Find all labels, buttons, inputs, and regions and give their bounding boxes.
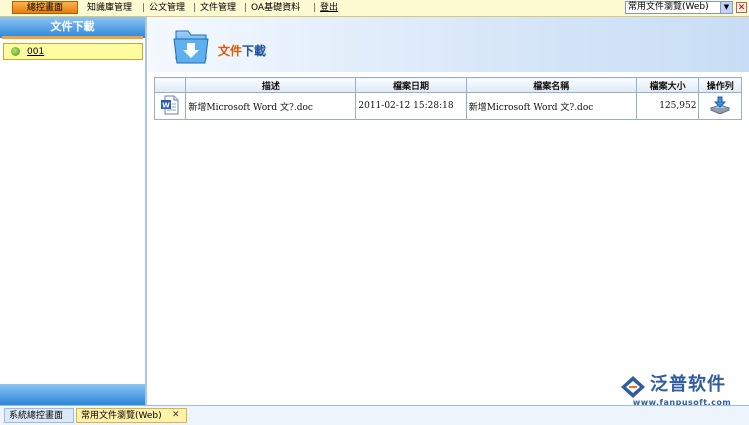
cell-filename: 新增Microsoft Word 文?.doc	[465, 92, 637, 120]
nav-separator: |	[313, 3, 317, 13]
file-table: 描述 檔案日期 檔案名稱 檔案大小 操作列 W 新增Microsoft Word…	[153, 77, 742, 120]
sidebar-item-label[interactable]: 001	[27, 46, 44, 58]
chevron-down-icon[interactable]: ▼	[720, 2, 732, 13]
logout-link[interactable]: 登出	[320, 2, 338, 14]
brand-logo: 泛普软件 www.fanpusoft.com	[618, 372, 746, 408]
page-banner: 文件下載	[148, 17, 749, 72]
sidebar-header-accent	[2, 36, 143, 39]
column-header-date[interactable]: 檔案日期	[355, 77, 467, 93]
table-row: W 新增Microsoft Word 文?.doc 2011-02-12 15:…	[153, 92, 742, 120]
tab-system-home[interactable]: 系統總控畫面	[4, 408, 74, 423]
nav-item-knowledge[interactable]: 知識庫管理	[87, 2, 132, 14]
main-content: 文件下載 描述 檔案日期 檔案名稱 檔案大小 操作列 W 新增Microsoft…	[148, 17, 749, 408]
page-select-value: 常用文件瀏覽(Web)	[628, 2, 709, 12]
nav-separator: |	[193, 3, 197, 13]
tab-file-browse-label: 常用文件瀏覽(Web)	[81, 411, 162, 421]
nav-separator: |	[142, 3, 146, 13]
download-icon[interactable]	[709, 96, 731, 115]
cell-file-type: W	[153, 92, 187, 120]
cell-description: 新增Microsoft Word 文?.doc	[185, 92, 357, 120]
sidebar-header: 文件下載	[0, 17, 145, 38]
cell-date: 2011-02-12 15:28:18	[355, 92, 467, 120]
page-title: 文件下載	[218, 44, 267, 58]
close-icon[interactable]: ✕	[736, 2, 747, 13]
nav-item-documents[interactable]: 公文管理	[149, 2, 185, 14]
column-header-icon	[153, 77, 187, 93]
brand-logo-text: 泛普软件	[650, 374, 726, 395]
cell-actions	[698, 92, 742, 120]
cell-size: 125,952	[635, 92, 700, 120]
bottom-tab-bar: 系統總控畫面 常用文件瀏覽(Web) ✕	[0, 405, 749, 425]
nav-separator: |	[244, 3, 248, 13]
column-header-description[interactable]: 描述	[185, 77, 357, 93]
nav-item-files[interactable]: 文件管理	[200, 2, 236, 14]
page-select[interactable]: 常用文件瀏覽(Web) ▼	[625, 1, 733, 14]
table-header-row: 描述 檔案日期 檔案名稱 檔案大小 操作列	[153, 77, 742, 93]
nav-home-button[interactable]: 總控畫面	[12, 1, 78, 14]
word-document-icon: W	[161, 95, 179, 114]
column-header-size[interactable]: 檔案大小	[635, 77, 700, 93]
svg-text:W: W	[162, 101, 170, 109]
tab-file-browse[interactable]: 常用文件瀏覽(Web)	[76, 408, 187, 423]
folder-node-icon	[11, 47, 20, 56]
column-header-filename[interactable]: 檔案名稱	[465, 77, 637, 93]
nav-item-oa-basic[interactable]: OA基礎資料	[251, 2, 300, 14]
sidebar-title: 文件下載	[50, 20, 95, 33]
sidebar: 文件下載 001	[0, 17, 147, 405]
column-header-actions: 操作列	[698, 77, 742, 93]
download-folder-icon	[173, 30, 209, 64]
brand-logo-mark-icon	[621, 376, 645, 398]
close-tab-icon[interactable]: ✕	[172, 409, 180, 421]
top-menu-bar: 總控畫面 知識庫管理 | 公文管理 | 文件管理 | OA基礎資料 | 登出 常…	[0, 0, 749, 17]
sidebar-item-001[interactable]: 001	[3, 43, 143, 60]
sidebar-footer	[0, 384, 145, 405]
